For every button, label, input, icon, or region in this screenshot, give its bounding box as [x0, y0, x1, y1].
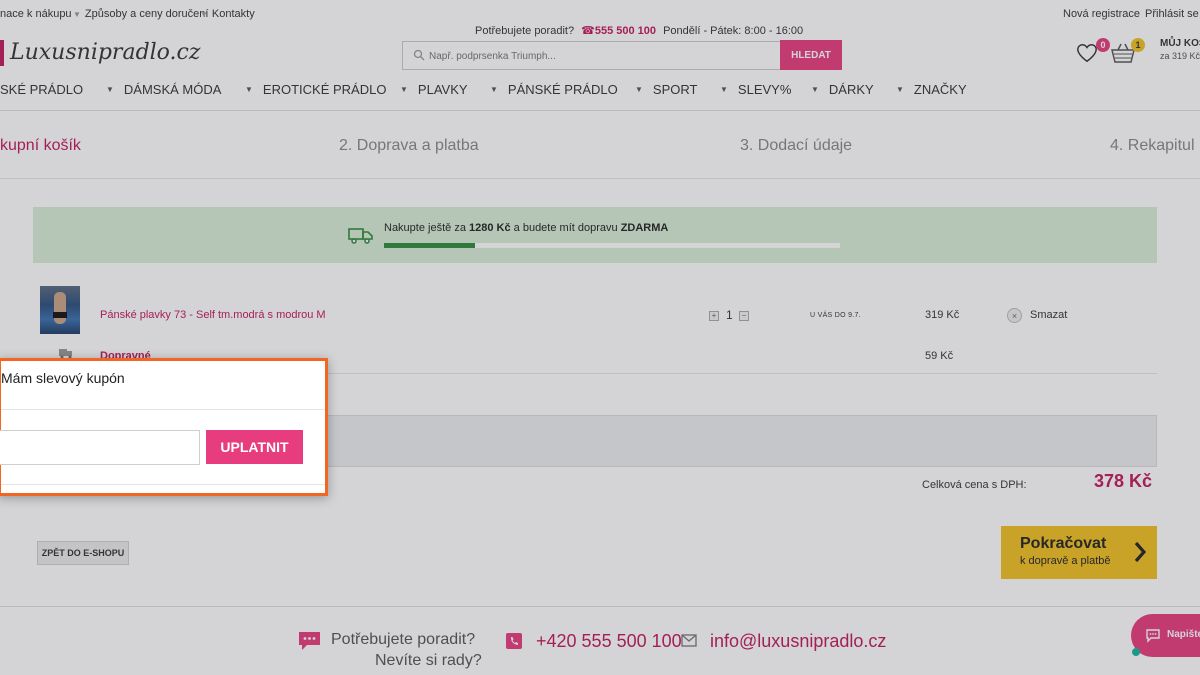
coupon-modal: Mám slevový kupón UPLATNIT [0, 358, 328, 496]
modal-overlay[interactable] [0, 0, 1200, 675]
coupon-modal-title: Mám slevový kupón [1, 370, 125, 386]
apply-coupon-button[interactable]: UPLATNIT [206, 430, 303, 464]
modal-divider [1, 409, 325, 410]
online-status-dot [1132, 648, 1140, 656]
coupon-code-input[interactable] [0, 430, 200, 465]
modal-divider-bottom [1, 484, 325, 485]
